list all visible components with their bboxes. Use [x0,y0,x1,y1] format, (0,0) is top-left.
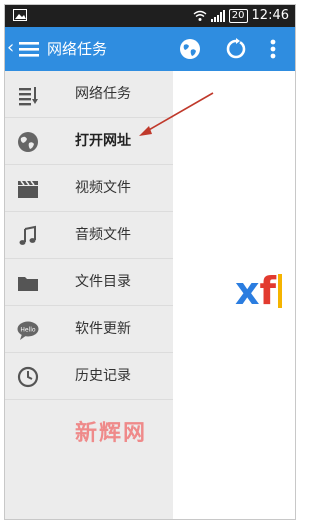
signal-icon [210,10,225,22]
image-notification-icon [13,9,27,21]
drawer-item-label: 文件目录 [75,274,131,290]
drawer-item-audio-files[interactable]: 音频文件 [5,212,173,259]
overflow-menu-icon[interactable] [269,38,277,60]
refresh-icon[interactable] [225,38,247,60]
music-note-icon [19,225,36,245]
drawer-item-open-url[interactable]: 打开网址 [5,118,173,165]
navigation-drawer: 网络任务 打开网址 视频文件 音频文件 文件目录 Hello 软件更新 历史记录 [5,71,174,519]
drawer-item-label: 历史记录 [75,368,131,384]
clock-time: 12:46 [251,8,289,23]
logo-letter-f: f [259,269,277,313]
clapper-icon [18,180,38,198]
drawer-item-software-update[interactable]: Hello 软件更新 [5,306,173,353]
app-bar: ‹ 网络任务 [5,27,295,71]
status-bar: 20 12:46 [5,5,295,27]
battery-indicator: 20 [228,9,248,23]
hello-bubble-icon: Hello [17,321,39,340]
drawer-item-label: 视频文件 [75,180,131,196]
list-sort-icon [19,87,38,106]
content-area: xf [173,71,295,519]
logo-bar [278,274,283,308]
drawer-item-label: 网络任务 [75,86,131,102]
drawer-item-file-directory[interactable]: 文件目录 [5,259,173,306]
drawer-item-label: 打开网址 [75,133,131,149]
drawer-item-label: 软件更新 [75,321,131,337]
drawer-item-video-files[interactable]: 视频文件 [5,165,173,212]
globe-button-icon[interactable] [179,38,201,60]
hamburger-menu-icon[interactable] [19,39,39,59]
clock-icon [17,366,39,388]
drawer-item-label: 音频文件 [75,227,131,243]
drawer-item-history[interactable]: 历史记录 [5,353,173,400]
app-logo: xf [235,269,283,313]
globe-icon [18,132,38,152]
watermark-text: 新辉网 [75,421,148,446]
logo-letter-x: x [235,269,260,313]
folder-icon [18,277,38,291]
phone-screen: 20 12:46 ‹ 网络任务 网络任务 打开网址 视频文件 音频文件 文件目录… [4,4,296,520]
app-bar-title: 网络任务 [47,40,108,58]
svg-text:Hello: Hello [20,327,36,334]
drawer-item-network-tasks[interactable]: 网络任务 [5,71,173,118]
back-chevron-icon[interactable]: ‹ [7,37,14,59]
wifi-icon [193,10,207,21]
